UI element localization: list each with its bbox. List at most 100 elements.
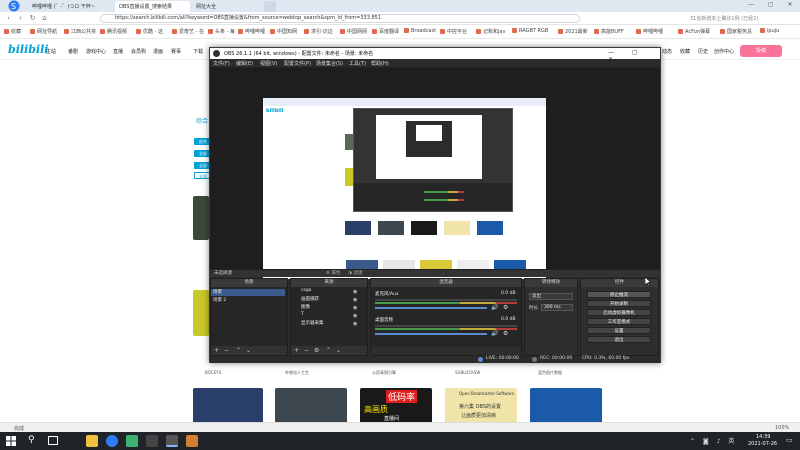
news-ticker[interactable]: 31省新增本土确诊1例 (已经2) [690, 15, 758, 22]
bookmark-item[interactable]: 网址导航 [30, 28, 57, 35]
new-tab-button[interactable] [264, 1, 276, 12]
back-icon[interactable]: ‹ [4, 14, 13, 23]
bookmark-item[interactable]: 2021最新 [558, 28, 588, 35]
nav-item[interactable]: 直播 [113, 48, 123, 55]
url-input[interactable]: https://search.bilibili.com/all?keyword=… [100, 14, 580, 23]
move-down-button[interactable]: ⌄ [336, 347, 341, 354]
bookmark-item[interactable]: 头条 - 每 [208, 28, 235, 35]
search-icon[interactable]: ⚲ [28, 435, 35, 445]
duration-input[interactable]: 300 ms [541, 304, 573, 311]
menu-file[interactable]: 文件(F) [213, 60, 230, 67]
visibility-eye-icon[interactable]: ◉ ◉ ◉ ◉ ◉ [353, 288, 357, 328]
app-icon[interactable] [146, 435, 158, 447]
clock-time[interactable]: 14:39 [756, 434, 770, 440]
source-settings-icon[interactable]: ⚙ [314, 347, 319, 354]
video-title[interactable]: 哔哩站人工生 [285, 370, 309, 376]
notification-icon[interactable]: ▭ [786, 436, 793, 444]
task-view-icon[interactable] [48, 436, 58, 445]
menu-tools[interactable]: 工具(T) [349, 60, 366, 67]
menu-view[interactable]: 视图(V) [260, 60, 277, 67]
bookmark-item[interactable]: 高能BUFF [594, 28, 624, 35]
bookmark-item[interactable]: 江西公共资 [64, 28, 96, 35]
remove-scene-button[interactable]: − [224, 347, 229, 354]
menu-help[interactable]: 帮助(H) [371, 60, 389, 67]
obs-preview-area[interactable]: bilibili [210, 68, 660, 279]
scene-item[interactable]: 场景 2 [213, 297, 226, 303]
video-title[interactable]: BOCEYS [205, 370, 221, 375]
mic-mute-icon[interactable]: 🔊 [491, 304, 498, 311]
bookmark-item[interactable]: 收藏 [4, 28, 21, 35]
search-result-heading[interactable]: 综合 [196, 116, 208, 125]
stop-streaming-button[interactable]: 停止推流 [587, 291, 651, 298]
nav-item[interactable]: 漫画 [153, 48, 163, 55]
video-thumbnail[interactable] [275, 388, 347, 424]
mic-volume-slider[interactable] [375, 307, 487, 309]
start-virtual-camera-button[interactable]: 启动虚拟摄像机 [587, 309, 651, 316]
exit-button[interactable]: 退出 [587, 336, 651, 343]
source-item[interactable]: T [301, 312, 304, 317]
add-scene-button[interactable]: + [214, 347, 219, 354]
bookmark-item[interactable]: 百度翻译 [372, 28, 399, 35]
desktop-settings-icon[interactable]: ⚙ [503, 330, 508, 337]
nav-item[interactable]: 赛事 [171, 48, 181, 55]
video-thumbnail[interactable] [193, 290, 209, 336]
bookmark-item[interactable]: 记账和jav [476, 28, 505, 35]
preview-canvas[interactable]: bilibili [263, 98, 546, 279]
upload-button[interactable]: 投稿 [740, 45, 782, 57]
source-item[interactable]: 显示器采集 [301, 320, 324, 326]
bookmark-item[interactable]: 国家税务总 [720, 28, 752, 35]
bookmark-item[interactable]: 优酷 - 这 [136, 28, 163, 35]
scene-item[interactable]: 场景 [211, 289, 285, 296]
remove-source-button[interactable]: − [304, 347, 309, 354]
nav-item[interactable]: 下载 [193, 48, 203, 55]
menu-profile[interactable]: 配置文件(P) [284, 60, 311, 67]
nav-item-dynamic[interactable]: 动态 [662, 48, 672, 55]
bookmark-item[interactable]: 爱奇艺 - 在 [172, 28, 204, 35]
tab-obs-search[interactable]: OBS直播设置_搜索结果 [115, 1, 190, 12]
video-thumbnail[interactable] [193, 196, 209, 240]
nav-item-favorites[interactable]: 收藏 [680, 48, 690, 55]
app-icon[interactable] [126, 435, 138, 447]
nav-item-history[interactable]: 历史 [698, 48, 708, 55]
bookmark-item[interactable]: 哔哩哔哩 [636, 28, 663, 35]
bookmark-item[interactable]: 腾讯视频 [100, 28, 127, 35]
mic-settings-icon[interactable]: ⚙ [503, 304, 508, 311]
bookmark-item[interactable]: 中国知网 [270, 28, 297, 35]
bookmark-item[interactable]: 中控平台 [440, 28, 467, 35]
home-icon[interactable]: ⌂ [40, 14, 49, 23]
bookmark-item[interactable]: 求引·识边 [304, 28, 333, 35]
menu-edit[interactable]: 编辑(E) [236, 60, 253, 67]
video-title[interactable]: SUBLOCKSW [455, 370, 480, 375]
bookmark-item[interactable]: ipuju [760, 28, 779, 34]
move-down-button[interactable]: ⌄ [246, 347, 251, 354]
file-explorer-icon[interactable] [86, 435, 98, 447]
bookmark-item[interactable]: 哔哩哔哩 [238, 28, 265, 35]
nav-item[interactable]: 主站 [46, 48, 56, 55]
bookmark-item[interactable]: Broadcast [404, 28, 436, 34]
bookmark-item[interactable]: AcFun弹幕 [678, 28, 710, 35]
desktop-volume-slider[interactable] [375, 333, 487, 335]
window-controls[interactable]: — ▢ ✕ [748, 1, 799, 8]
start-button-icon[interactable] [6, 436, 16, 446]
studio-mode-button[interactable]: 工作室模式 [587, 318, 651, 325]
source-item[interactable]: 画面捕获 [301, 296, 319, 302]
transition-type-select[interactable]: 淡出 [529, 293, 573, 300]
bilibili-logo[interactable]: bilibili [8, 43, 48, 56]
browser-icon[interactable] [106, 435, 118, 447]
move-up-button[interactable]: ⌃ [326, 347, 331, 354]
video-thumbnail[interactable]: 低码率 高画质 直播间 [360, 388, 432, 424]
video-title[interactable]: 蓝色图片数据 [538, 370, 562, 376]
settings-button[interactable]: 设置 [587, 327, 651, 334]
properties-button[interactable]: ⚙ 属性 [326, 270, 340, 276]
video-thumbnail[interactable]: Open Broadcaster Software 第六集 OBS的设置 让画质… [445, 388, 517, 424]
bookmark-item[interactable]: RAGBT RGB [512, 28, 548, 34]
desktop-mute-icon[interactable]: 🔊 [491, 330, 498, 337]
start-recording-button[interactable]: 开始录制 [587, 300, 651, 307]
filters-button[interactable]: ◑ 滤镜 [348, 270, 362, 276]
obs-taskbar-icon[interactable] [166, 435, 178, 447]
forward-icon[interactable]: › [16, 14, 25, 23]
menu-scene-collection[interactable]: 场景集合(S) [316, 60, 343, 67]
tab-url-directory[interactable]: 网址大全 [192, 1, 262, 12]
nav-item-creator[interactable]: 创作中心 [714, 48, 734, 55]
zoom-level[interactable]: 100% [775, 425, 789, 431]
